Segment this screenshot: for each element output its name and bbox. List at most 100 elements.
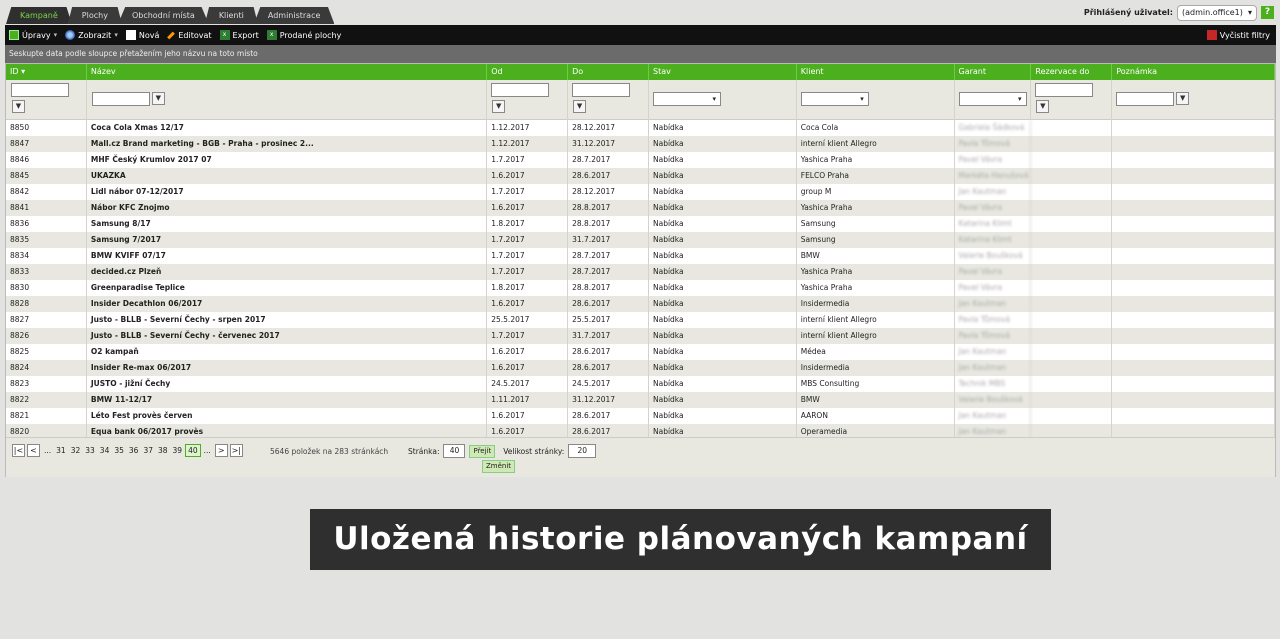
last-page-button[interactable]: >|	[229, 444, 243, 457]
nova-button[interactable]: Nová	[125, 30, 159, 40]
page-number[interactable]: 33	[83, 446, 97, 455]
table-row[interactable]: 8827 Justo - BLLB - Severní Čechy - srpen…	[6, 312, 1275, 328]
editovat-button[interactable]: Editovat	[167, 30, 212, 40]
table-row[interactable]: 8836 Samsung 8/17 1.8.2017 28.8.2017 Nabídka…	[6, 216, 1275, 232]
zobrazit-menu[interactable]: Zobrazit ▾	[65, 30, 118, 40]
table-cell: Nabídka	[649, 376, 797, 392]
column-header-od[interactable]: Od	[487, 64, 569, 80]
tab-klienti[interactable]: Klienti	[204, 7, 258, 24]
table-row[interactable]: 8842 Lidl nábor 07-12/2017 1.7.2017 28.12.2…	[6, 184, 1275, 200]
table-cell: Jan Kautman	[955, 360, 1032, 376]
help-button[interactable]: ?	[1261, 6, 1274, 19]
prev-page-button[interactable]: <	[27, 444, 40, 457]
export-button[interactable]: x Export	[219, 30, 259, 40]
table-cell	[1112, 120, 1275, 136]
table-cell: Pavla Tůmová	[955, 328, 1032, 344]
table-row[interactable]: 8833 decided.cz Plzeň 1.7.2017 28.7.2017 Nab…	[6, 264, 1275, 280]
table-row[interactable]: 8846 MHF Český Krumlov 2017 07 1.7.2017 28.…	[6, 152, 1275, 168]
table-cell	[1112, 328, 1275, 344]
page-number[interactable]: 38	[156, 446, 170, 455]
filter-select-stav[interactable]: ▾	[652, 92, 721, 106]
prodane-plochy-button[interactable]: x Prodané plochy	[266, 30, 341, 40]
table-row[interactable]: 8824 Insider Re-max 06/2017 1.6.2017 28.6.2…	[6, 360, 1275, 376]
table-cell	[1112, 376, 1275, 392]
page-number[interactable]: 34	[98, 446, 112, 455]
column-header-garant[interactable]: Garant	[955, 64, 1032, 80]
filter-input-rezervace[interactable]	[1035, 83, 1094, 97]
page-number[interactable]: 35	[112, 446, 126, 455]
page-input[interactable]: 40	[443, 444, 466, 458]
table-row[interactable]: 8821 Léto Fest provès červen 1.6.2017 28.6.…	[6, 408, 1275, 424]
filter-icon[interactable]: ▼	[1036, 100, 1050, 113]
column-header-nazev[interactable]: Název	[87, 64, 488, 80]
filter-select-garant[interactable]: ▾	[958, 92, 1027, 106]
page-number[interactable]: 39	[171, 446, 185, 455]
first-page-button[interactable]: |<	[12, 444, 25, 457]
column-header-klient[interactable]: Klient	[797, 64, 955, 80]
table-cell: 31.12.2017	[568, 392, 649, 408]
page-size-input[interactable]: 20	[568, 444, 597, 458]
table-row[interactable]: 8828 Insider Decathlon 06/2017 1.6.2017 28.…	[6, 296, 1275, 312]
table-cell	[1031, 296, 1113, 312]
table-cell: Samsung	[797, 232, 955, 248]
table-cell: 8822	[6, 392, 87, 408]
tab-administrace[interactable]: Administrace	[253, 7, 335, 24]
filter-icon[interactable]: ▼	[1176, 92, 1190, 105]
filter-input-id[interactable]	[11, 83, 69, 97]
table-cell	[1031, 264, 1113, 280]
group-drop-area[interactable]: Seskupte data podle sloupce přetažením j…	[5, 45, 1276, 63]
tab-plochy[interactable]: Plochy	[67, 7, 122, 24]
table-cell: 1.12.2017	[487, 120, 569, 136]
filter-icon[interactable]: ▼	[151, 92, 165, 105]
column-header-id[interactable]: ID ▾	[6, 64, 87, 80]
table-row[interactable]: 8850 Coca Cola Xmas 12/17 1.12.2017 28.12.2…	[6, 120, 1275, 136]
table-row[interactable]: 8826 Justo - BLLB - Severní Čechy - červe…	[6, 328, 1275, 344]
column-header-stav[interactable]: Stav	[649, 64, 797, 80]
table-row[interactable]: 8845 UKAZKA 1.6.2017 28.6.2017 Nabídka FELCO …	[6, 168, 1275, 184]
tab-obchodni-mista[interactable]: Obchodní místa	[117, 7, 209, 24]
filter-icon[interactable]: ▼	[12, 100, 25, 113]
go-button[interactable]: Přejít	[469, 444, 496, 458]
next-page-button[interactable]: >	[214, 444, 228, 457]
clear-filters-button[interactable]: Vyčistit filtry	[1206, 30, 1270, 40]
page-number[interactable]: 31	[54, 446, 68, 455]
filter-input-od[interactable]	[491, 83, 550, 97]
filter-input-nazev[interactable]	[91, 92, 150, 106]
table-cell: 31.7.2017	[568, 232, 649, 248]
change-button[interactable]: Změnit	[482, 460, 516, 473]
table-row[interactable]: 8822 BMW 11-12/17 1.11.2017 31.12.2017 Nabíd…	[6, 392, 1275, 408]
table-row[interactable]: 8834 BMW KVIFF 07/17 1.7.2017 28.7.2017 Nabí…	[6, 248, 1275, 264]
page-number[interactable]: 32	[69, 446, 83, 455]
filter-input-do[interactable]	[572, 83, 631, 97]
page-number[interactable]: ...	[202, 446, 213, 455]
column-header-poznamka[interactable]: Poznámka	[1112, 64, 1275, 80]
user-select[interactable]: (admin.office1) ▾	[1177, 4, 1257, 21]
editovat-label: Editovat	[178, 30, 212, 40]
table-row[interactable]: 8830 Greenparadise Teplice 1.8.2017 28.8.20…	[6, 280, 1275, 296]
table-cell: 1.6.2017	[487, 360, 569, 376]
table-row[interactable]: 8825 O2 kampaň 1.6.2017 28.6.2017 Nabídka Méd…	[6, 344, 1275, 360]
tab-kampane[interactable]: Kampaně	[6, 7, 72, 24]
table-cell: 1.7.2017	[487, 328, 569, 344]
filter-icon[interactable]: ▼	[492, 100, 506, 113]
table-cell: interní klient Allegro	[797, 328, 955, 344]
page-number[interactable]: 36	[127, 446, 141, 455]
table-row[interactable]: 8823 JUSTO - jižní Čechy 24.5.2017 24.5.201…	[6, 376, 1275, 392]
table-cell: Jan Kautman	[955, 184, 1032, 200]
page-number[interactable]: 40	[185, 444, 201, 457]
table-cell: 24.5.2017	[487, 376, 569, 392]
filter-input-poznamka[interactable]	[1116, 92, 1175, 106]
table-row[interactable]: 8835 Samsung 7/2017 1.7.2017 31.7.2017 Nabíd…	[6, 232, 1275, 248]
filter-select-klient[interactable]: ▾	[800, 92, 869, 106]
page-number[interactable]: 37	[141, 446, 155, 455]
column-header-do[interactable]: Do	[568, 64, 649, 80]
table-row[interactable]: 8847 Mall.cz Brand marketing - BGB - Prah…	[6, 136, 1275, 152]
filter-icon[interactable]: ▼	[573, 100, 587, 113]
column-id-label: ID	[10, 67, 19, 76]
table-cell: 8841	[6, 200, 87, 216]
page-number[interactable]: ...	[42, 446, 53, 455]
table-row[interactable]: 8841 Nábor KFC Znojmo 1.6.2017 28.8.2017 Nab…	[6, 200, 1275, 216]
upravy-menu[interactable]: Úpravy ▾	[9, 30, 57, 40]
column-header-rezervace[interactable]: Rezervace do	[1031, 64, 1113, 80]
top-bar: Kampaně Plochy Obchodní místa Klienti Ad…	[0, 0, 1280, 24]
